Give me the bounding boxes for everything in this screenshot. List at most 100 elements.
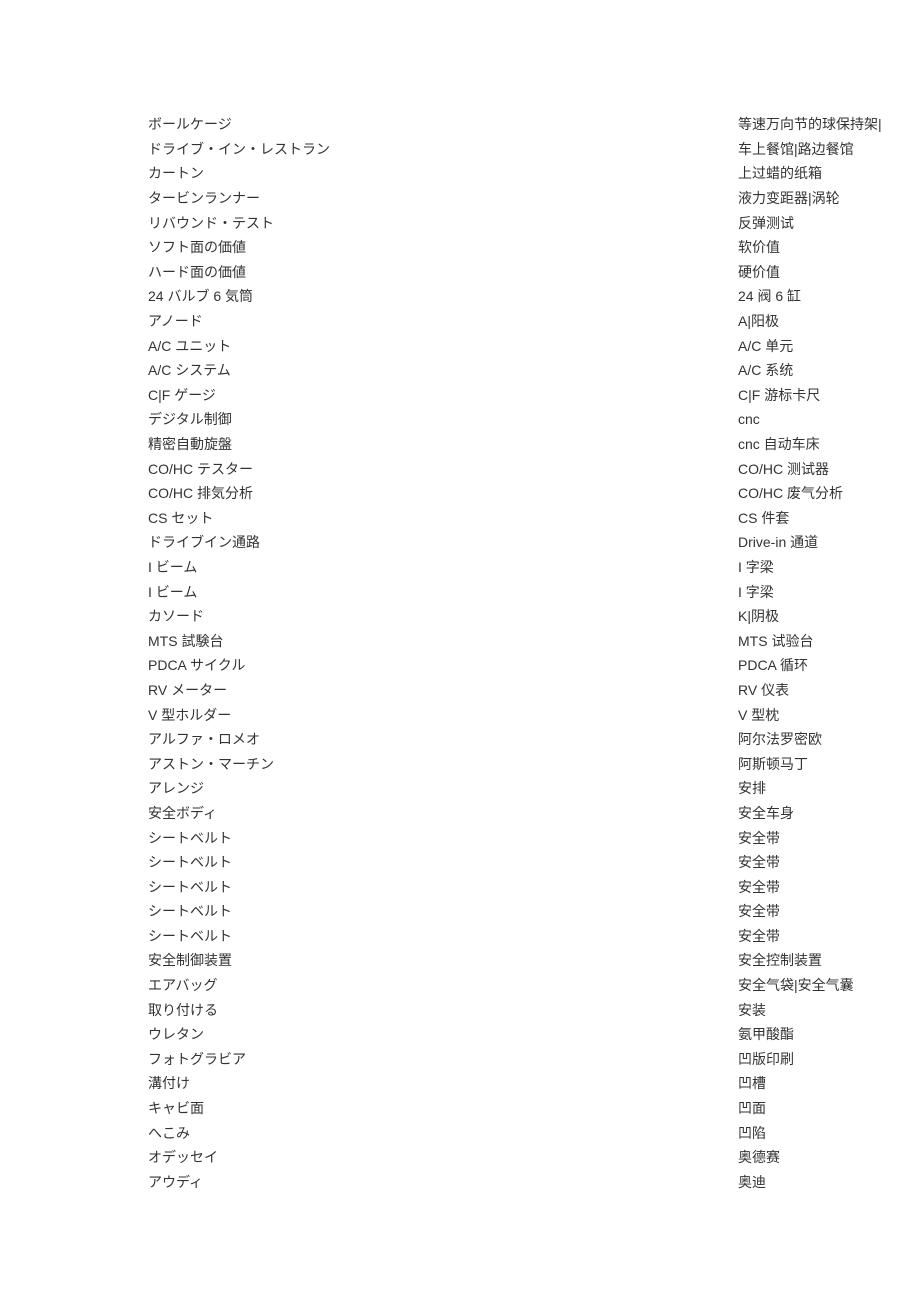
chinese-term: cnc <box>738 411 760 427</box>
table-row: カートン上过蜡的纸箱 <box>148 161 920 186</box>
table-row: C|F ゲージC|F 游标卡尺 <box>148 383 920 408</box>
table-row: CS セットCS 件套 <box>148 506 920 531</box>
chinese-term: 等速万向节的球保持架| <box>738 114 882 134</box>
table-row: A/C システムA/C 系统 <box>148 358 920 383</box>
japanese-term: フォトグラビア <box>148 1049 738 1069</box>
chinese-term: 车上餐馆|路边餐馆 <box>738 139 854 159</box>
table-row: ハード面の価値硬价值 <box>148 260 920 285</box>
table-row: A/C ユニットA/C 单元 <box>148 333 920 358</box>
table-row: アストン・マーチン阿斯顿马丁 <box>148 751 920 776</box>
chinese-term: V 型枕 <box>738 705 779 725</box>
chinese-term: Drive-in 通道 <box>738 532 818 552</box>
table-row: I ビームI 字梁 <box>148 579 920 604</box>
table-row: アウディ奥迪 <box>148 1170 920 1195</box>
chinese-term: 24 阀 6 缸 <box>738 286 801 306</box>
chinese-term: 阿尔法罗密欧 <box>738 729 822 749</box>
japanese-term: CO/HC 排気分析 <box>148 483 738 503</box>
chinese-term: MTS 试验台 <box>738 631 813 651</box>
japanese-term: ソフト面の価値 <box>148 237 738 257</box>
japanese-term: カソード <box>148 606 738 626</box>
glossary-table: ボールケージ等速万向节的球保持架|ドライブ・イン・レストラン车上餐馆|路边餐馆カ… <box>148 112 920 1194</box>
japanese-term: CO/HC テスター <box>148 459 738 479</box>
chinese-term: 安全带 <box>738 926 780 946</box>
table-row: へこみ凹陷 <box>148 1120 920 1145</box>
table-row: ソフト面の価値软价值 <box>148 235 920 260</box>
table-row: MTS 試験台MTS 试验台 <box>148 628 920 653</box>
japanese-term: カートン <box>148 163 738 183</box>
japanese-term: ドライブ・イン・レストラン <box>148 139 738 159</box>
japanese-term: ウレタン <box>148 1024 738 1044</box>
table-row: CO/HC テスターCO/HC 测试器 <box>148 456 920 481</box>
table-row: ドライブイン通路Drive-in 通道 <box>148 530 920 555</box>
japanese-term: ドライブイン通路 <box>148 532 738 552</box>
table-row: 溝付け凹槽 <box>148 1071 920 1096</box>
table-row: タービンランナー液力变距器|涡轮 <box>148 186 920 211</box>
chinese-term: 凹版印刷 <box>738 1049 794 1069</box>
table-row: 取り付ける安装 <box>148 997 920 1022</box>
japanese-term: CS セット <box>148 508 738 528</box>
table-row: I ビームI 字梁 <box>148 555 920 580</box>
japanese-term: MTS 試験台 <box>148 631 738 651</box>
chinese-term: A/C 系统 <box>738 360 793 380</box>
chinese-term: 凹面 <box>738 1098 766 1118</box>
chinese-term: 凹槽 <box>738 1073 766 1093</box>
table-row: PDCA サイクルPDCA 循环 <box>148 653 920 678</box>
chinese-term: 液力变距器|涡轮 <box>738 188 840 208</box>
chinese-term: CO/HC 废气分析 <box>738 483 843 503</box>
japanese-term: 精密自動旋盤 <box>148 434 738 454</box>
japanese-term: シートベルト <box>148 901 738 921</box>
chinese-term: 氨甲酸酯 <box>738 1024 794 1044</box>
japanese-term: C|F ゲージ <box>148 385 738 405</box>
chinese-term: 硬价值 <box>738 262 780 282</box>
japanese-term: デジタル制御 <box>148 409 738 429</box>
table-row: アレンジ安排 <box>148 776 920 801</box>
table-row: リバウンド・テスト反弹测试 <box>148 210 920 235</box>
chinese-term: 安全带 <box>738 877 780 897</box>
table-row: RV メーターRV 仪表 <box>148 678 920 703</box>
japanese-term: シートベルト <box>148 852 738 872</box>
japanese-term: RV メーター <box>148 680 738 700</box>
japanese-term: アストン・マーチン <box>148 754 738 774</box>
chinese-term: CS 件套 <box>738 508 789 528</box>
japanese-term: 安全制御装置 <box>148 950 738 970</box>
chinese-term: 奥德赛 <box>738 1147 780 1167</box>
table-row: ドライブ・イン・レストラン车上餐馆|路边餐馆 <box>148 137 920 162</box>
japanese-term: A/C システム <box>148 360 738 380</box>
japanese-term: 安全ボディ <box>148 803 738 823</box>
chinese-term: I 字梁 <box>738 582 774 602</box>
table-row: デジタル制御cnc <box>148 407 920 432</box>
table-row: V 型ホルダーV 型枕 <box>148 702 920 727</box>
chinese-term: 安全气袋|安全气囊 <box>738 975 854 995</box>
chinese-term: 安全车身 <box>738 803 794 823</box>
chinese-term: 安全带 <box>738 901 780 921</box>
japanese-term: シートベルト <box>148 877 738 897</box>
chinese-term: 安全控制装置 <box>738 950 822 970</box>
chinese-term: 安全带 <box>738 828 780 848</box>
japanese-term: アウディ <box>148 1172 738 1192</box>
chinese-term: 上过蜡的纸箱 <box>738 163 822 183</box>
table-row: 24 バルブ 6 気筒24 阀 6 缸 <box>148 284 920 309</box>
table-row: アノードA|阳极 <box>148 309 920 334</box>
japanese-term: A/C ユニット <box>148 336 738 356</box>
chinese-term: A/C 单元 <box>738 336 793 356</box>
chinese-term: K|阴极 <box>738 606 779 626</box>
japanese-term: アノード <box>148 311 738 331</box>
table-row: シートベルト安全带 <box>148 924 920 949</box>
chinese-term: 安排 <box>738 778 766 798</box>
chinese-term: RV 仪表 <box>738 680 789 700</box>
japanese-term: キャビ面 <box>148 1098 738 1118</box>
table-row: キャビ面凹面 <box>148 1096 920 1121</box>
japanese-term: V 型ホルダー <box>148 705 738 725</box>
chinese-term: 安全带 <box>738 852 780 872</box>
japanese-term: オデッセイ <box>148 1147 738 1167</box>
chinese-term: 软价值 <box>738 237 780 257</box>
chinese-term: 凹陷 <box>738 1123 766 1143</box>
japanese-term: エアバッグ <box>148 975 738 995</box>
table-row: カソードK|阴极 <box>148 604 920 629</box>
table-row: シートベルト安全带 <box>148 825 920 850</box>
table-row: 安全制御装置安全控制装置 <box>148 948 920 973</box>
table-row: オデッセイ奥德赛 <box>148 1145 920 1170</box>
japanese-term: PDCA サイクル <box>148 655 738 675</box>
chinese-term: 安装 <box>738 1000 766 1020</box>
japanese-term: タービンランナー <box>148 188 738 208</box>
